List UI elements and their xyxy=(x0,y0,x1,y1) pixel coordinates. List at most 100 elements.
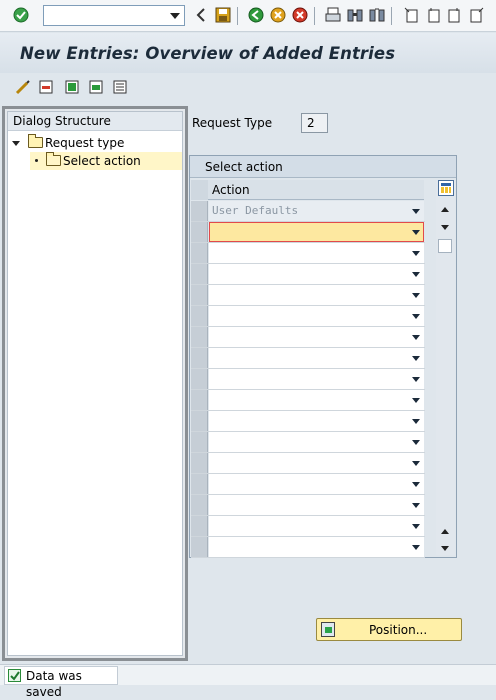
page-title: New Entries: Overview of Added Entries xyxy=(20,44,396,63)
action-cell[interactable] xyxy=(209,222,424,242)
scrollbar-thumb[interactable] xyxy=(438,239,452,253)
tree-leaf-dot xyxy=(35,159,38,162)
row-selector[interactable] xyxy=(191,390,208,410)
dropdown-arrow-icon[interactable] xyxy=(412,272,420,277)
system-toolbar xyxy=(0,0,496,32)
row-selector[interactable] xyxy=(191,327,208,347)
action-cell[interactable] xyxy=(209,243,424,263)
cancel-icon[interactable] xyxy=(291,6,309,24)
dropdown-arrow-icon[interactable] xyxy=(412,461,420,466)
table-row xyxy=(191,285,425,306)
change-display-icon[interactable] xyxy=(14,78,32,96)
action-cell[interactable] xyxy=(209,348,424,368)
find-icon[interactable] xyxy=(346,6,364,24)
next-page-icon[interactable] xyxy=(446,6,464,24)
action-cell[interactable] xyxy=(209,516,424,536)
dropdown-arrow-icon[interactable] xyxy=(412,230,420,235)
deselect-all-icon[interactable] xyxy=(111,78,129,96)
scroll-down-icon[interactable] xyxy=(441,225,449,230)
dropdown-arrow-icon[interactable] xyxy=(412,398,420,403)
row-selector[interactable] xyxy=(191,243,208,263)
action-cell[interactable]: User Defaults xyxy=(209,201,424,221)
dropdown-arrow-icon[interactable] xyxy=(412,419,420,424)
row-selector[interactable] xyxy=(191,264,208,284)
vertical-scrollbar[interactable] xyxy=(436,180,455,555)
row-selector[interactable] xyxy=(191,495,208,515)
select-block-icon[interactable] xyxy=(87,78,105,96)
dropdown-arrow-icon[interactable] xyxy=(412,524,420,529)
command-field[interactable] xyxy=(43,5,185,26)
dropdown-arrow-icon[interactable] xyxy=(412,440,420,445)
dropdown-arrow-icon[interactable] xyxy=(412,293,420,298)
column-header-action[interactable]: Action xyxy=(208,180,424,200)
position-button[interactable]: Position... xyxy=(316,618,462,641)
action-cell[interactable] xyxy=(209,285,424,305)
find-next-icon[interactable] xyxy=(368,6,386,24)
dropdown-arrow-icon[interactable] xyxy=(412,356,420,361)
first-page-icon[interactable] xyxy=(402,6,420,24)
action-cell[interactable] xyxy=(209,390,424,410)
position-icon xyxy=(321,622,335,637)
scroll-up-icon[interactable] xyxy=(441,207,449,212)
table-row xyxy=(191,348,425,369)
back-arrow-icon[interactable] xyxy=(192,6,210,24)
back-icon[interactable] xyxy=(247,6,265,24)
action-cell[interactable] xyxy=(209,369,424,389)
row-selector[interactable] xyxy=(191,348,208,368)
save-icon[interactable] xyxy=(214,6,232,24)
expand-icon[interactable] xyxy=(12,141,20,146)
exit-icon[interactable] xyxy=(269,6,287,24)
last-page-icon[interactable] xyxy=(468,6,486,24)
row-selector[interactable] xyxy=(191,474,208,494)
action-cell[interactable] xyxy=(209,453,424,473)
dropdown-arrow-icon[interactable] xyxy=(412,545,420,550)
row-selector[interactable] xyxy=(191,201,208,221)
prev-page-icon[interactable] xyxy=(424,6,442,24)
chevron-down-icon[interactable] xyxy=(170,13,180,19)
tree-item-select-action[interactable]: Select action xyxy=(30,152,182,170)
row-selector[interactable] xyxy=(191,369,208,389)
select-all-icon[interactable] xyxy=(63,78,81,96)
folder-open-icon xyxy=(46,152,61,166)
table-row xyxy=(191,306,425,327)
row-selector[interactable] xyxy=(191,222,208,242)
row-selector[interactable] xyxy=(191,453,208,473)
action-cell[interactable] xyxy=(209,264,424,284)
enter-icon[interactable] xyxy=(12,6,30,24)
row-selector[interactable] xyxy=(191,285,208,305)
dropdown-arrow-icon[interactable] xyxy=(412,377,420,382)
row-selector[interactable] xyxy=(191,306,208,326)
row-selector[interactable] xyxy=(191,537,208,557)
scroll-page-up-icon[interactable] xyxy=(441,529,449,534)
print-icon[interactable] xyxy=(324,6,342,24)
action-cell[interactable] xyxy=(209,537,424,557)
action-cell[interactable] xyxy=(209,327,424,347)
table-rows: User Defaults xyxy=(191,201,425,558)
row-selector[interactable] xyxy=(191,516,208,536)
select-all-rows-button[interactable] xyxy=(191,180,208,200)
action-cell[interactable] xyxy=(209,411,424,431)
scroll-page-down-icon[interactable] xyxy=(441,546,449,551)
dialog-structure-header: Dialog Structure xyxy=(8,112,182,131)
row-selector[interactable] xyxy=(191,432,208,452)
action-cell[interactable] xyxy=(209,474,424,494)
table-settings-icon[interactable] xyxy=(438,180,454,196)
action-cell[interactable] xyxy=(209,495,424,515)
status-message-box[interactable]: Data was saved xyxy=(4,666,118,699)
dropdown-arrow-icon[interactable] xyxy=(412,251,420,256)
delete-icon[interactable] xyxy=(37,78,55,96)
table-row xyxy=(191,516,425,537)
dropdown-arrow-icon[interactable] xyxy=(412,503,420,508)
table-row xyxy=(191,474,425,495)
tree-item-request-type[interactable]: Request type xyxy=(12,134,182,152)
dropdown-arrow-icon[interactable] xyxy=(412,482,420,487)
dropdown-arrow-icon[interactable] xyxy=(412,314,420,319)
action-cell[interactable] xyxy=(209,306,424,326)
dropdown-arrow-icon[interactable] xyxy=(412,335,420,340)
dropdown-arrow-icon[interactable] xyxy=(412,209,420,214)
row-selector[interactable] xyxy=(191,411,208,431)
toolbar-separator xyxy=(314,7,315,25)
table-row xyxy=(191,495,425,516)
request-type-label: Request Type xyxy=(192,116,273,130)
action-cell[interactable] xyxy=(209,432,424,452)
